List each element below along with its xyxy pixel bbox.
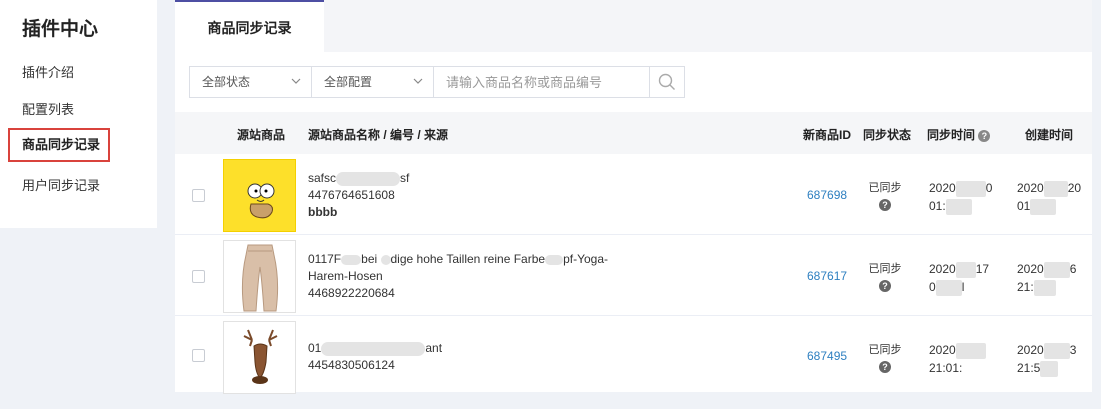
product-name-part: dige hohe Taillen reine Farbe [390, 252, 546, 266]
sync-status-text: 已同步 [868, 344, 902, 356]
row-checkbox[interactable] [192, 349, 205, 362]
product-name-part: ant [425, 341, 443, 355]
tab-bar: 商品同步记录 [175, 0, 1092, 52]
create-time-part: 21: [1017, 280, 1034, 294]
product-name-part: pf-Yoga- [563, 252, 608, 266]
create-time-part: 3 [1069, 343, 1077, 357]
sidebar-item-config-list[interactable]: 配置列表 [22, 99, 74, 118]
sync-time: 2020 0 01: [929, 179, 992, 215]
help-icon[interactable]: ? [879, 199, 891, 211]
sync-time-part: 0 [929, 280, 936, 294]
product-name-part: 0117F [308, 252, 342, 266]
status-select[interactable]: 全部状态 [190, 67, 312, 97]
product-name: safsc sf 4476764651608 bbbb [308, 170, 409, 221]
product-code: 4468922220684 [308, 286, 395, 300]
create-time-part: 2020 [1017, 262, 1044, 276]
sidebar-title: 插件中心 [22, 19, 99, 40]
header-new-id: 新商品ID [803, 128, 852, 142]
search-button[interactable] [650, 67, 684, 97]
product-name-part: 01 [308, 341, 322, 355]
search-input[interactable] [434, 67, 650, 97]
create-time-part: 01 [1017, 199, 1031, 213]
filter-bar: 全部状态 全部配置 [189, 66, 685, 98]
config-select[interactable]: 全部配置 [312, 67, 434, 97]
sync-time-part: 17 [975, 262, 990, 276]
product-thumbnail [223, 321, 296, 394]
sync-time-part: 0 [985, 181, 993, 195]
main-panel: 商品同步记录 全部状态 全部配置 源站商品 源站商品名称 / 编号 / 来源 新… [175, 0, 1092, 394]
search-icon [658, 73, 675, 90]
product-name-part: bei [361, 252, 378, 266]
help-icon[interactable]: ? [978, 130, 991, 142]
header-sync-time: 同步时间 ? [927, 126, 991, 143]
product-thumbnail [223, 159, 296, 232]
product-code: 4454830506124 [308, 358, 395, 372]
sync-time: 2020 21:01: [929, 341, 986, 377]
product-name-part: safsc [308, 171, 337, 185]
table-row: safsc sf 4476764651608 bbbb 687698 已同步 ? … [175, 154, 1092, 235]
product-name: 01 ant 4454830506124 [308, 340, 442, 374]
create-time-part: 2020 [1017, 343, 1044, 357]
tab-product-sync-records[interactable]: 商品同步记录 [175, 0, 324, 52]
table-row: 0117F bei dige hohe Taillen reine Farbe pf… [175, 235, 1092, 316]
sidebar-item-plugin-intro[interactable]: 插件介绍 [22, 62, 74, 81]
help-icon[interactable]: ? [879, 361, 891, 373]
product-name-part: sf [400, 171, 410, 185]
create-time-part: 2020 [1017, 181, 1044, 195]
homer-head-image [247, 183, 275, 219]
sync-status: 已同步 ? [863, 179, 907, 211]
config-select-value: 全部配置 [324, 75, 373, 89]
sync-time-part: 01: [929, 199, 946, 213]
sync-time-part: 2020 [929, 262, 956, 276]
chevron-down-icon [413, 78, 423, 84]
sync-time-part: 2020 [929, 181, 956, 195]
create-time: 2020 3 21:5 [1017, 341, 1076, 377]
row-checkbox[interactable] [192, 189, 205, 202]
chevron-down-icon [291, 78, 301, 84]
product-name: 0117F bei dige hohe Taillen reine Farbe pf… [308, 251, 608, 302]
sync-time: 2020 17 0 l [929, 260, 989, 296]
header-sync-status: 同步状态 [863, 128, 912, 142]
header-sync-time-label: 同步时间 [927, 128, 976, 142]
table-header: 源站商品 源站商品名称 / 编号 / 来源 新商品ID 同步状态 同步时间 ? … [175, 112, 1092, 154]
create-time-part: 20 [1067, 181, 1082, 195]
header-create-time: 创建时间 [1025, 128, 1074, 142]
product-thumbnail [223, 240, 296, 313]
new-product-id-link[interactable]: 687617 [807, 269, 847, 283]
sidebar-item-user-sync[interactable]: 用户同步记录 [22, 175, 100, 194]
status-select-value: 全部状态 [202, 75, 251, 89]
product-code: 4476764651608 [308, 188, 395, 202]
sync-time-part: 2020 [929, 343, 956, 357]
sidebar: 插件中心 插件介绍 配置列表 商品同步记录 用户同步记录 [0, 0, 157, 228]
deer-head-image [243, 329, 278, 384]
header-source-product: 源站商品 [237, 128, 286, 142]
new-product-id-link[interactable]: 687698 [807, 188, 847, 202]
sync-status: 已同步 ? [863, 260, 907, 292]
product-source: bbbb [308, 205, 338, 219]
sidebar-item-product-sync[interactable]: 商品同步记录 [8, 128, 110, 162]
header-source-name: 源站商品名称 / 编号 / 来源 [308, 128, 449, 142]
help-icon[interactable]: ? [879, 280, 891, 292]
create-time: 2020 6 21: [1017, 260, 1076, 296]
sync-time-part: l [961, 280, 965, 294]
harem-pants-image [241, 244, 279, 312]
sync-time-part: 21:01: [929, 361, 963, 375]
sync-status-text: 已同步 [868, 263, 902, 275]
sync-status-text: 已同步 [868, 182, 902, 194]
product-name-part: Harem-Hosen [308, 269, 383, 283]
new-product-id-link[interactable]: 687495 [807, 349, 847, 363]
sync-status: 已同步 ? [863, 341, 907, 373]
row-checkbox[interactable] [192, 270, 205, 283]
create-time-part: 21:5 [1017, 361, 1041, 375]
table-row: 01 ant 4454830506124 687495 已同步 ? 2020 21… [175, 316, 1092, 394]
create-time-part: 6 [1069, 262, 1077, 276]
create-time: 2020 20 01 [1017, 179, 1081, 215]
